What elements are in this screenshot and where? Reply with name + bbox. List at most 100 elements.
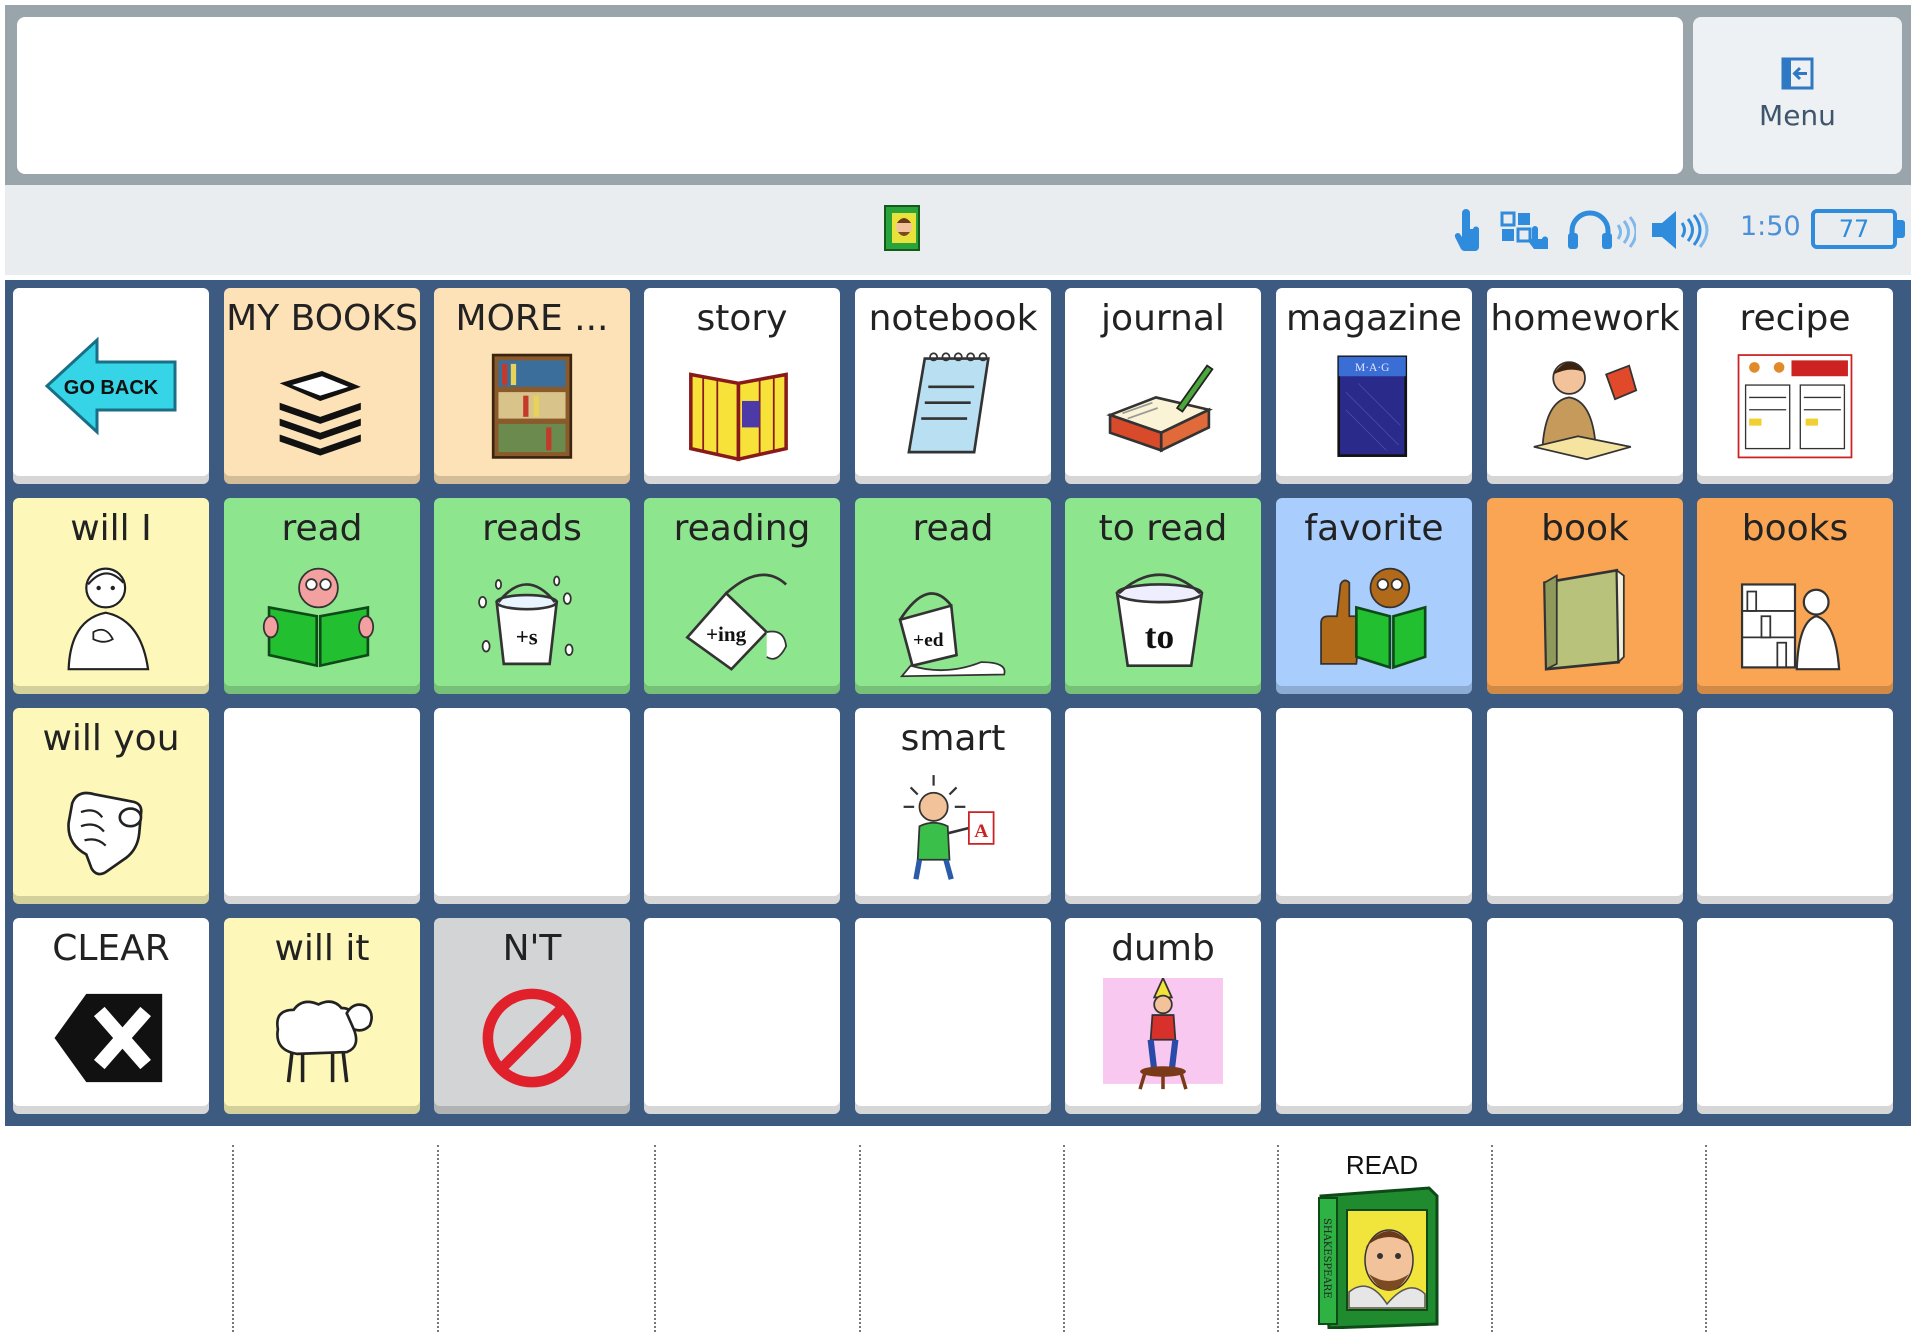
column-separator — [232, 1145, 234, 1332]
column-separator — [1063, 1145, 1065, 1332]
icon-text: +ing — [706, 622, 747, 646]
empty-cell[interactable] — [1276, 708, 1472, 904]
column-separator — [1705, 1145, 1707, 1332]
empty-cell[interactable] — [855, 918, 1051, 1114]
empty-cell[interactable] — [1487, 918, 1683, 1114]
cell-reads[interactable]: reads +s — [434, 498, 630, 694]
cell-more[interactable]: MORE ... — [434, 288, 630, 484]
cell-clear[interactable]: CLEAR — [13, 918, 209, 1114]
cell-label: magazine — [1286, 298, 1462, 339]
book-stack-icon — [279, 370, 361, 456]
cell-will-you[interactable]: will you — [13, 708, 209, 904]
library-shelf-icon — [1740, 583, 1841, 671]
cell-journal[interactable]: journal — [1065, 288, 1261, 484]
cell-favorite[interactable]: favorite — [1276, 498, 1472, 694]
cell-will-i[interactable]: will I — [13, 498, 209, 694]
spine-text: SHAKESPEARE — [1321, 1218, 1332, 1299]
recipe-card-icon — [1737, 354, 1853, 459]
cell-magazine[interactable]: magazine M·A·G — [1276, 288, 1472, 484]
message-bar-frame: Menu — [5, 5, 1911, 185]
cell-label: N'T — [502, 928, 562, 969]
empty-cell[interactable] — [1697, 918, 1893, 1114]
empty-cell[interactable] — [1065, 708, 1261, 904]
battery-tip — [1897, 220, 1905, 238]
cell-label: books — [1741, 508, 1849, 549]
open-storybook-icon — [689, 372, 788, 462]
cell-label: will you — [42, 718, 180, 759]
column-separator — [1491, 1145, 1493, 1332]
closed-book-icon — [1543, 568, 1625, 671]
battery-indicator: 77 — [1811, 209, 1897, 249]
touch-hand-icon[interactable] — [1451, 207, 1485, 253]
cell-book[interactable]: book — [1487, 498, 1683, 694]
cell-label: MORE ... — [455, 298, 609, 339]
cell-books[interactable]: books — [1697, 498, 1893, 694]
icon-text: to — [1145, 617, 1174, 656]
prohibited-icon — [482, 988, 582, 1088]
status-bar: 1:50 77 — [5, 185, 1911, 275]
sheep-icon — [276, 1000, 373, 1083]
cell-homework[interactable]: homework — [1487, 288, 1683, 484]
homework-icon — [1533, 361, 1638, 461]
cell-n-t[interactable]: N'T — [434, 918, 630, 1114]
cell-label: will I — [70, 508, 152, 549]
icon-text: M·A·G — [1355, 362, 1389, 374]
grid-select-icon[interactable] — [1500, 207, 1552, 253]
cell-label: journal — [1101, 298, 1225, 339]
column-separator — [859, 1145, 861, 1332]
cell-notebook[interactable]: notebook — [855, 288, 1051, 484]
cell-my-books[interactable]: MY BOOKS — [224, 288, 420, 484]
cell-label: homework — [1490, 298, 1680, 339]
cell-go-back-arrow[interactable]: GO BACK — [13, 288, 209, 484]
icon-text: GO BACK — [64, 377, 159, 399]
empty-cell[interactable] — [224, 708, 420, 904]
column-separator — [437, 1145, 439, 1332]
cell-recipe[interactable]: recipe — [1697, 288, 1893, 484]
cell-reading[interactable]: reading +ing — [644, 498, 840, 694]
cell-will-it[interactable]: will it — [224, 918, 420, 1114]
column-separator — [654, 1145, 656, 1332]
message-window[interactable] — [17, 17, 1683, 174]
journal-pen-icon — [1106, 364, 1214, 453]
bucket-plus-s-icon: +s — [478, 575, 574, 666]
cell-label: read — [281, 508, 363, 549]
vocabulary-grid: GO BACK MY BOOKS MORE ... story notebook jour… — [5, 280, 1911, 1126]
cell-label: reading — [673, 508, 811, 549]
bucket-to-icon: to — [1115, 573, 1204, 667]
empty-cell[interactable] — [1487, 708, 1683, 904]
bookshelf-icon — [491, 353, 573, 459]
menu-button[interactable]: Menu — [1693, 17, 1902, 174]
empty-cell[interactable] — [434, 708, 630, 904]
cell-smart[interactable]: smart A — [855, 708, 1051, 904]
cell-read[interactable]: read +ed — [855, 498, 1051, 694]
headphones-icon[interactable] — [1566, 207, 1636, 253]
person-reading-icon — [262, 567, 375, 668]
cell-label: reads — [482, 508, 582, 549]
cell-label: book — [1541, 508, 1629, 549]
notebook-icon — [907, 352, 990, 454]
empty-cell[interactable] — [1276, 918, 1472, 1114]
thumbs-up-reader-icon — [1320, 567, 1427, 670]
shakespeare-book-icon[interactable]: SHAKESPEARE — [1309, 1184, 1459, 1329]
cell-label: read — [912, 508, 994, 549]
empty-cell[interactable] — [644, 918, 840, 1114]
empty-cell[interactable] — [1697, 708, 1893, 904]
child-self-icon — [67, 567, 150, 671]
cell-dumb[interactable]: dumb — [1065, 918, 1261, 1114]
cell-read[interactable]: read — [224, 498, 420, 694]
cell-label: smart — [900, 718, 1006, 759]
dunce-cap-icon — [1103, 978, 1223, 1090]
cell-story[interactable]: story — [644, 288, 840, 484]
cell-label: notebook — [868, 298, 1038, 339]
pointing-hand-icon — [67, 791, 143, 876]
cell-label: will it — [274, 928, 370, 969]
speaker-icon[interactable] — [1650, 207, 1715, 253]
empty-cell[interactable] — [644, 708, 840, 904]
menu-label: Menu — [1759, 99, 1836, 132]
go-back-arrow-icon: GO BACK — [44, 336, 177, 436]
bottom-read-label: READ — [1345, 1150, 1419, 1180]
cell-label: dumb — [1111, 928, 1215, 969]
column-separator — [1277, 1145, 1279, 1332]
cell-label: CLEAR — [52, 928, 170, 969]
cell-to-read[interactable]: to read to — [1065, 498, 1261, 694]
